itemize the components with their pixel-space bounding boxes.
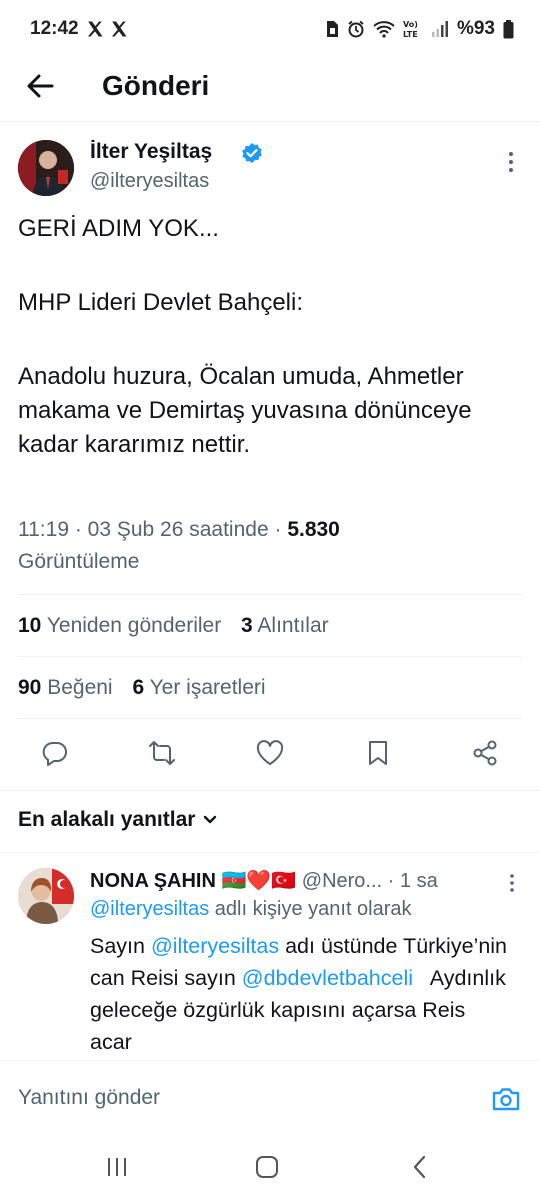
chevron-down-icon bbox=[204, 816, 217, 824]
tweet-text: GERİ ADIM YOK... MHP Lideri Devlet Bahçe… bbox=[18, 208, 523, 462]
recent-apps-icon[interactable] bbox=[102, 1152, 132, 1182]
like-label: Beğeni bbox=[47, 676, 113, 699]
reply-time: · 1 sa bbox=[382, 870, 438, 892]
reply-to-suffix: adlı kişiye yanıt olarak bbox=[209, 898, 412, 920]
wifi-icon bbox=[373, 21, 395, 38]
author-name[interactable]: İlter Yeşiltaş bbox=[90, 140, 212, 164]
battery-percent: %93 bbox=[456, 18, 495, 39]
reply-to-mention[interactable]: @ilteryesiltas bbox=[90, 898, 209, 920]
bookmark-label: Yer işaretleri bbox=[149, 676, 266, 699]
like-stats[interactable]: 90 Beğeni 6 Yer işaretleri bbox=[18, 676, 266, 700]
author-handle[interactable]: @ilteryesiltas bbox=[90, 170, 209, 193]
signal-icon bbox=[431, 21, 448, 37]
x-logo-icon bbox=[111, 21, 127, 37]
reply-text: Sayın @ilteryesiltas adı üstünde Türkiye… bbox=[90, 930, 510, 1058]
retweet-label: Yeniden gönderiler bbox=[46, 614, 222, 637]
verified-badge-icon bbox=[242, 143, 262, 163]
reply-input[interactable] bbox=[18, 1081, 458, 1115]
tweet-timestamp: 11:19 · 03 Şub 26 saatinde · bbox=[18, 518, 288, 541]
quote-label: Alıntılar bbox=[257, 614, 329, 637]
reply-text-part: Sayın bbox=[90, 934, 151, 958]
divider bbox=[18, 718, 522, 719]
home-icon[interactable] bbox=[252, 1152, 282, 1182]
reply-author-name[interactable]: NONA ŞAHIN bbox=[90, 870, 216, 892]
tweet-line: GERİ ADIM YOK... bbox=[18, 215, 219, 242]
retweet-icon[interactable] bbox=[147, 738, 177, 768]
status-bar: 12:42 Vo) LTE %93 bbox=[0, 0, 540, 58]
author-avatar[interactable] bbox=[18, 140, 74, 196]
reply-sort-label: En alakalı yanıtlar bbox=[18, 808, 196, 831]
tweet-line: Anadolu huzura, Öcalan umuda, Ahmetler m… bbox=[18, 363, 472, 458]
share-icon[interactable] bbox=[470, 738, 500, 768]
reply-sort-dropdown[interactable]: En alakalı yanıtlar bbox=[18, 808, 219, 832]
like-count: 90 bbox=[18, 676, 42, 699]
retweet-count: 10 bbox=[18, 614, 42, 637]
divider bbox=[18, 656, 522, 657]
avatar-image bbox=[18, 868, 74, 924]
svg-text:LTE: LTE bbox=[403, 30, 418, 39]
divider bbox=[0, 852, 540, 853]
bookmark-icon[interactable] bbox=[363, 738, 393, 768]
view-count: 5.830 bbox=[287, 518, 340, 541]
x-logo-icon bbox=[87, 21, 103, 37]
reply-avatar[interactable] bbox=[18, 868, 74, 924]
reply-composer bbox=[0, 1060, 540, 1136]
action-bar bbox=[0, 732, 540, 776]
view-label: Görüntüleme bbox=[18, 550, 140, 573]
reply-header: NONA ŞAHIN 🇦🇿❤️🇹🇷 @Nero... · 1 sa bbox=[90, 868, 438, 893]
reply-icon[interactable] bbox=[40, 738, 70, 768]
quote-count: 3 bbox=[241, 614, 253, 637]
back-nav-icon[interactable] bbox=[405, 1152, 435, 1182]
tweet-line: MHP Lideri Devlet Bahçeli: bbox=[18, 289, 304, 316]
battery-icon bbox=[503, 19, 514, 38]
more-options-icon[interactable] bbox=[503, 150, 519, 174]
mention-link[interactable]: @ilteryesiltas bbox=[151, 934, 279, 958]
camera-icon[interactable] bbox=[490, 1083, 522, 1115]
like-icon[interactable] bbox=[255, 738, 285, 768]
system-nav-bar bbox=[0, 1136, 540, 1199]
divider bbox=[18, 594, 522, 595]
bookmark-count: 6 bbox=[132, 676, 145, 699]
arrow-left-icon[interactable] bbox=[22, 68, 58, 104]
page-title: Gönderi bbox=[102, 70, 210, 101]
top-bar: Gönderi bbox=[0, 58, 540, 122]
volte-icon: Vo)LTE bbox=[403, 20, 418, 39]
reply-to-line: @ilteryesiltas adlı kişiye yanıt olarak bbox=[90, 898, 412, 921]
reply-author-flags: 🇦🇿❤️🇹🇷 bbox=[221, 870, 297, 892]
reply-author-handle[interactable]: @Nero... bbox=[302, 870, 382, 892]
tweet-meta: 11:19 · 03 Şub 26 saatinde · 5.830 Görün… bbox=[18, 514, 523, 578]
reply-more-options-icon[interactable] bbox=[505, 872, 519, 894]
sim-icon bbox=[326, 21, 338, 37]
divider bbox=[0, 790, 540, 791]
svg-text:Vo): Vo) bbox=[403, 20, 418, 29]
avatar-image bbox=[18, 140, 74, 196]
alarm-icon bbox=[348, 20, 364, 38]
mention-link[interactable]: @dbdevletbahceli bbox=[242, 966, 413, 990]
status-time: 12:42 bbox=[30, 18, 79, 39]
share-stats[interactable]: 10 Yeniden gönderiler 3 Alıntılar bbox=[18, 614, 329, 638]
